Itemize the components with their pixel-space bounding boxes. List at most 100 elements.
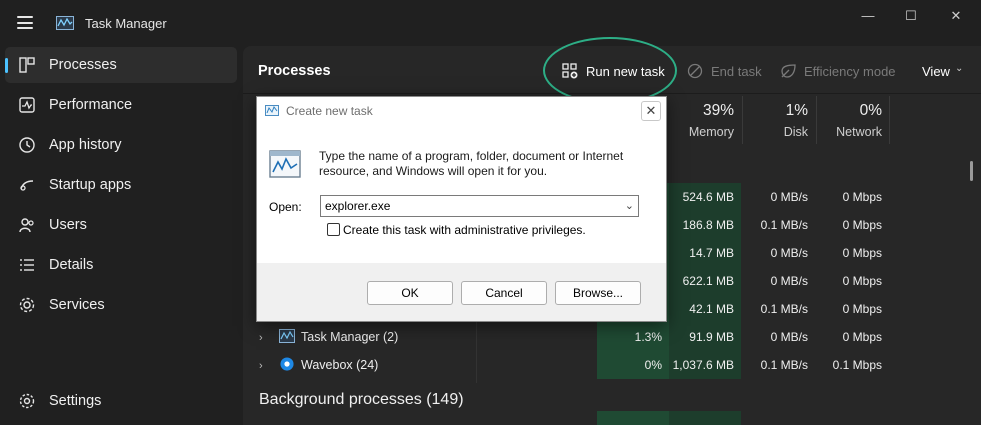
sidebar: Processes Performance App history Startu… (0, 46, 240, 425)
disk-cell: 0.1 MB/s (760, 358, 808, 372)
sidebar-item-processes[interactable]: Processes (5, 47, 237, 83)
memory-column-heat-bg (669, 411, 741, 425)
disk-cell: 0 MB/s (770, 190, 808, 204)
admin-privileges-label[interactable]: Create this task with administrative pri… (343, 223, 586, 237)
dialog-close-button[interactable]: ✕ (641, 101, 661, 121)
create-new-task-dialog: Create new task ✕ Type the name of a pro… (256, 96, 667, 322)
dialog-body: Type the name of a program, folder, docu… (257, 125, 666, 263)
column-name: Network (836, 125, 882, 139)
title-bar: Task Manager — ☐ ✕ (0, 0, 981, 46)
open-combobox[interactable]: explorer.exe ⌄ (320, 195, 639, 217)
network-cell: 0 Mbps (842, 274, 882, 288)
dialog-description: Type the name of a program, folder, docu… (319, 149, 624, 178)
run-program-icon (269, 150, 301, 178)
cancel-button[interactable]: Cancel (461, 281, 547, 305)
column-percent: 0% (859, 102, 882, 119)
disk-cell: 0 MB/s (770, 274, 808, 288)
disk-cell: 0.1 MB/s (760, 218, 808, 232)
sidebar-item-users[interactable]: Users (5, 207, 237, 243)
page-title: Processes (258, 63, 331, 79)
network-cell: 0 Mbps (842, 302, 882, 316)
disk-cell: 0.1 MB/s (760, 302, 808, 316)
users-icon (19, 218, 34, 233)
memory-cell: 524.6 MB (682, 190, 734, 204)
column-header-disk[interactable]: 1% Disk (742, 96, 815, 144)
sidebar-item-label: App history (49, 137, 122, 153)
sidebar-item-label: Processes (49, 57, 117, 73)
app-title: Task Manager (85, 16, 167, 31)
chevron-down-icon: ⌄ (955, 63, 964, 74)
process-label: Wavebox (24) (301, 358, 379, 372)
sidebar-item-label: Users (49, 217, 87, 233)
efficiency-mode-label: Efficiency mode (804, 64, 896, 79)
cpu-cell: 0% (644, 358, 662, 372)
column-name: Memory (688, 125, 734, 139)
memory-cell: 14.7 MB (689, 246, 734, 260)
services-icon (19, 297, 35, 313)
end-task-icon (687, 63, 703, 79)
performance-icon (19, 97, 35, 113)
disk-cell: 0 MB/s (770, 330, 808, 344)
memory-cell: 42.1 MB (689, 302, 734, 316)
cpu-cell: 1.3% (634, 330, 662, 344)
process-name: › Wavebox (24) (259, 351, 378, 379)
sidebar-item-label: Performance (49, 97, 133, 113)
chevron-right-icon[interactable]: › (259, 324, 279, 352)
network-cell: 0 Mbps (842, 190, 882, 204)
memory-cell: 91.9 MB (689, 330, 734, 344)
column-header-memory[interactable]: 39% Memory (669, 96, 741, 144)
hamburger-menu-icon[interactable] (17, 16, 33, 29)
sidebar-item-app-history[interactable]: App history (5, 127, 237, 163)
wavebox-icon (280, 357, 294, 371)
sidebar-item-performance[interactable]: Performance (5, 87, 237, 123)
close-button[interactable]: ✕ (938, 6, 974, 26)
end-task-label: End task (711, 64, 762, 79)
memory-cell: 186.8 MB (682, 218, 734, 232)
network-cell: 0 Mbps (842, 246, 882, 260)
memory-cell: 622.1 MB (682, 274, 734, 288)
processes-icon (19, 57, 35, 73)
dialog-title-bar: Create new task ✕ (257, 97, 666, 125)
column-divider (889, 96, 890, 144)
process-label: Task Manager (2) (301, 330, 399, 344)
network-cell: 0.1 Mbps (832, 358, 882, 372)
details-icon (20, 259, 34, 271)
annotation-highlight-ellipse (543, 37, 677, 104)
sidebar-item-label: Startup apps (49, 177, 132, 193)
process-name: › Task Manager (2) (259, 323, 398, 351)
dialog-title: Create new task (286, 104, 373, 118)
admin-privileges-checkbox[interactable] (327, 223, 340, 236)
chevron-right-icon[interactable]: › (259, 352, 279, 380)
memory-cell: 1,037.6 MB (672, 358, 734, 372)
sidebar-item-settings[interactable]: Settings (5, 383, 237, 419)
task-manager-app-icon (56, 16, 74, 30)
cpu-column-heat-bg (597, 411, 669, 425)
dialog-app-icon (265, 105, 279, 116)
ok-button[interactable]: OK (367, 281, 453, 305)
sidebar-item-details[interactable]: Details (5, 247, 237, 283)
network-cell: 0 Mbps (842, 218, 882, 232)
leaf-icon (781, 64, 796, 78)
sidebar-item-label: Services (49, 297, 105, 313)
browse-button[interactable]: Browse... (555, 281, 641, 305)
startup-apps-icon (20, 180, 34, 191)
maximize-button[interactable]: ☐ (893, 6, 929, 26)
column-name: Disk (783, 125, 808, 139)
sidebar-item-startup-apps[interactable]: Startup apps (5, 167, 237, 203)
column-percent: 1% (785, 102, 808, 119)
scrollbar-thumb[interactable] (970, 161, 973, 181)
network-cell: 0 Mbps (842, 330, 882, 344)
chevron-down-icon[interactable]: ⌄ (625, 199, 634, 212)
open-label: Open: (269, 200, 302, 214)
task-manager-icon (279, 329, 295, 343)
view-label: View (922, 64, 950, 79)
disk-cell: 0 MB/s (770, 246, 808, 260)
column-header-network[interactable]: 0% Network (816, 96, 889, 144)
column-percent: 39% (702, 102, 734, 119)
settings-gear-icon (19, 393, 35, 409)
background-processes-heading: Background processes (149) (259, 391, 464, 408)
sidebar-item-services[interactable]: Services (5, 287, 237, 323)
sidebar-item-label: Settings (49, 393, 102, 409)
minimize-button[interactable]: — (850, 6, 886, 26)
open-input-value: explorer.exe (325, 199, 391, 213)
